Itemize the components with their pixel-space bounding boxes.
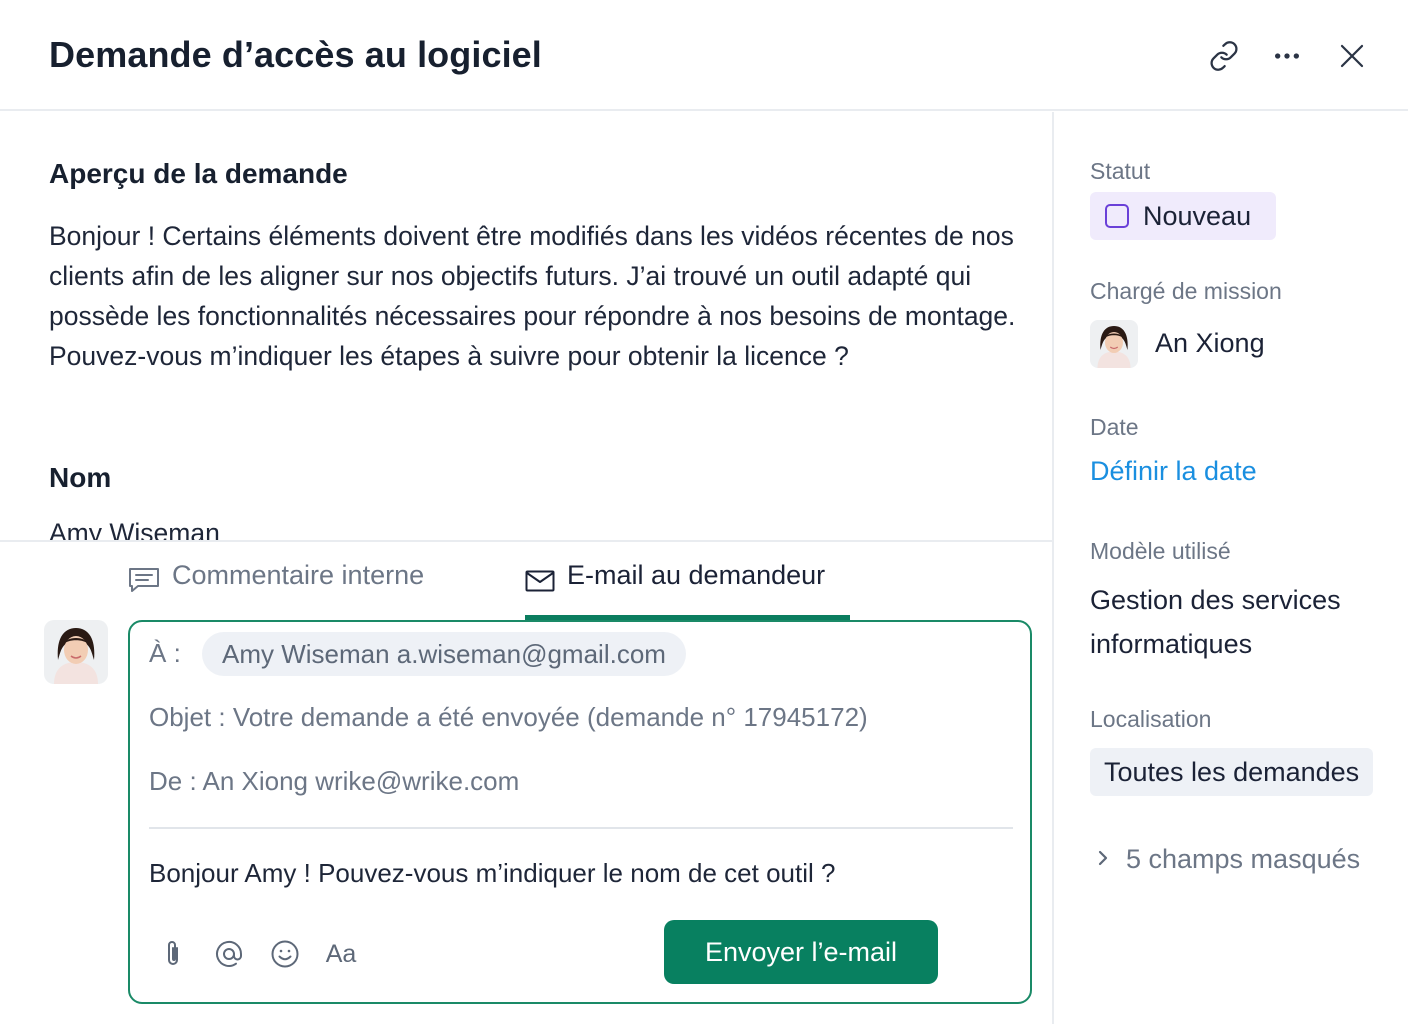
emoji-icon[interactable] xyxy=(265,934,305,974)
assignee-avatar[interactable] xyxy=(1090,320,1138,368)
sidebar-divider xyxy=(1052,112,1054,1024)
tab-email-requester[interactable]: E-mail au demandeur xyxy=(525,560,825,620)
at-icon[interactable] xyxy=(209,934,249,974)
from-field[interactable]: De : An Xiong wrike@wrike.com xyxy=(149,766,519,797)
send-email-button[interactable]: Envoyer l’e-mail xyxy=(664,920,938,984)
template-label: Modèle utilisé xyxy=(1090,538,1231,564)
request-content[interactable]: Aperçu de la demande Bonjour ! Certains … xyxy=(0,112,1053,542)
comment-icon xyxy=(128,567,160,600)
text-format-icon[interactable]: Aa xyxy=(321,934,361,974)
more-icon[interactable] xyxy=(1267,36,1307,76)
location-badge[interactable]: Toutes les demandes xyxy=(1090,748,1374,796)
overview-text: Bonjour ! Certains éléments doivent être… xyxy=(49,221,1016,371)
name-value: Amy Wiseman xyxy=(49,518,220,542)
overview-heading: Aperçu de la demande xyxy=(49,158,348,189)
page-title: Demande d’accès au logiciel xyxy=(49,34,542,75)
chevron-right-icon xyxy=(1096,844,1110,875)
composer-divider xyxy=(0,540,1053,542)
status-value: Nouveau xyxy=(1143,200,1252,231)
to-label: À : xyxy=(149,638,181,668)
close-icon[interactable] xyxy=(1332,36,1372,76)
mail-icon xyxy=(525,568,555,599)
assignee-name[interactable]: An Xiong xyxy=(1155,328,1265,359)
avatar xyxy=(44,620,108,684)
email-composer: À : Amy Wiseman a.wiseman@gmail.com Obje… xyxy=(128,620,1032,1004)
hidden-fields-toggle[interactable]: 5 champs masqués xyxy=(1096,844,1360,875)
set-date-link[interactable]: Définir la date xyxy=(1090,456,1257,487)
status-checkbox-icon xyxy=(1105,204,1129,228)
panel-header: Demande d’accès au logiciel xyxy=(0,0,1408,111)
assignee-label: Chargé de mission xyxy=(1090,278,1282,304)
paperclip-icon[interactable] xyxy=(153,934,193,974)
status-badge[interactable]: Nouveau xyxy=(1090,192,1276,240)
subject-field[interactable]: Objet : Votre demande a été envoyée (dem… xyxy=(149,702,868,733)
text-format-label: Aa xyxy=(325,939,357,968)
template-value: Gestion des services informatiques xyxy=(1090,585,1341,659)
link-icon[interactable] xyxy=(1204,36,1244,76)
hidden-fields-label: 5 champs masqués xyxy=(1126,844,1361,874)
tab-label: Commentaire interne xyxy=(172,560,425,590)
location-label: Localisation xyxy=(1090,706,1212,732)
date-label: Date xyxy=(1090,414,1139,440)
name-heading: Nom xyxy=(49,462,112,493)
tab-internal-comment[interactable]: Commentaire interne xyxy=(128,560,424,620)
tab-label: E-mail au demandeur xyxy=(567,560,826,590)
status-label: Statut xyxy=(1090,158,1151,184)
email-body-input[interactable]: Bonjour Amy ! Pouvez-vous m’indiquer le … xyxy=(149,858,835,889)
recipient-chip[interactable]: Amy Wiseman a.wiseman@gmail.com xyxy=(202,632,686,676)
composer-separator xyxy=(149,827,1013,829)
